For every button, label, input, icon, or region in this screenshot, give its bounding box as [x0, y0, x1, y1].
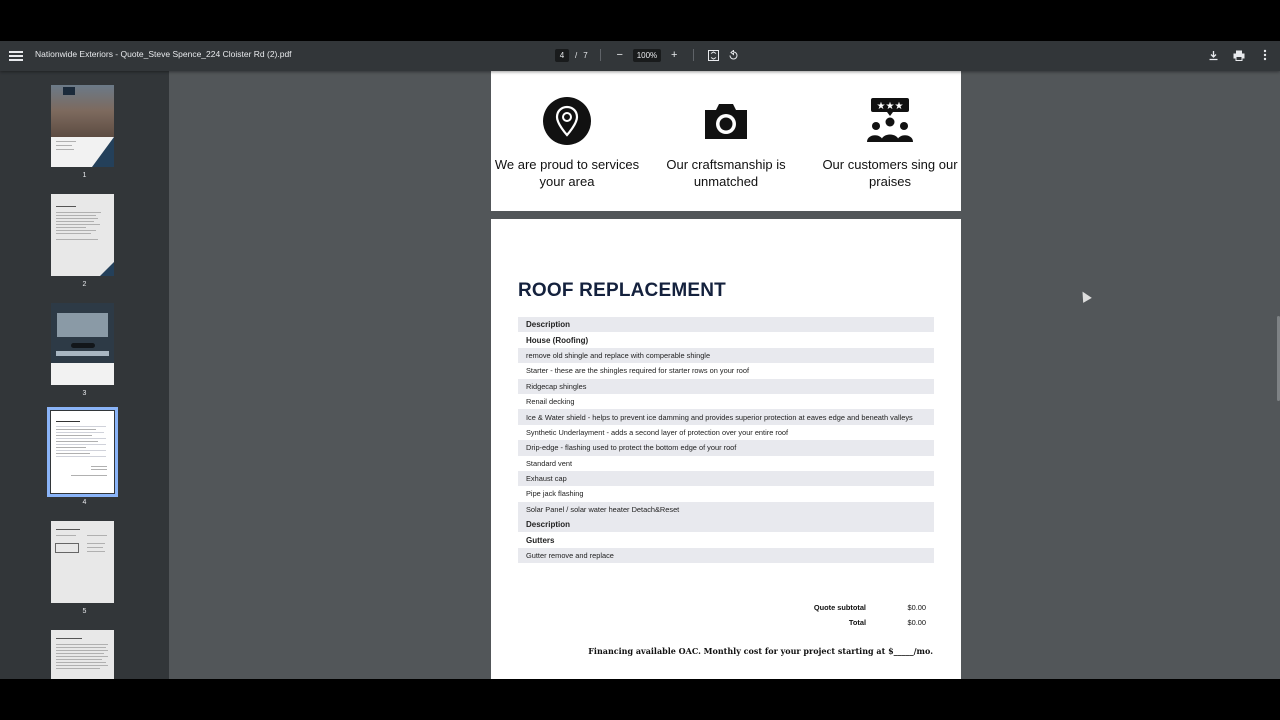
- feature-craftsmanship: Our craftsmanship is unmatched: [651, 96, 801, 190]
- feature-text: Our craftsmanship is unmatched: [666, 157, 786, 189]
- page-thumbnail-6[interactable]: [51, 630, 114, 679]
- camera-icon: [701, 96, 751, 146]
- fit-page-icon[interactable]: [706, 48, 720, 62]
- total-label: Total: [848, 618, 866, 627]
- more-options-icon[interactable]: [1258, 48, 1272, 62]
- table-row: Renail decking: [526, 397, 575, 407]
- page-total: 7: [583, 50, 588, 60]
- rotate-icon[interactable]: [726, 48, 740, 62]
- map-image: [57, 313, 108, 337]
- page-thumbnail-4[interactable]: [47, 407, 118, 497]
- page-thumbnail-1[interactable]: [51, 85, 114, 167]
- page-number-label: 4: [82, 499, 87, 506]
- page-thumbnail-3[interactable]: [51, 303, 114, 385]
- table-row: Synthetic Underlayment - adds a second l…: [526, 427, 789, 437]
- page-thumbnail-5[interactable]: [51, 521, 114, 603]
- tagline-bar: [56, 351, 109, 356]
- table-row: Gutter remove and replace: [518, 547, 934, 564]
- total-value: $0.00: [907, 618, 927, 627]
- feature-customers: ★★★ Our customers sing our praises: [815, 96, 965, 190]
- section-label: House (Roofing): [526, 335, 589, 345]
- table-header: Description: [518, 517, 934, 533]
- corner-accent: [92, 137, 114, 167]
- pdf-page-3: We are proud to services your area Our c…: [491, 71, 961, 211]
- house-photo: [51, 85, 114, 137]
- logo: [63, 87, 75, 95]
- divider: [693, 49, 695, 61]
- table-row: Exhaust cap: [518, 470, 934, 487]
- feature-service-area: We are proud to services your area: [492, 96, 642, 190]
- total-row: Total $0.00: [786, 618, 926, 627]
- menu-icon[interactable]: [9, 49, 23, 63]
- badge: [71, 343, 95, 348]
- feature-text: Our customers sing our praises: [822, 157, 958, 189]
- zoom-input[interactable]: 100%: [632, 48, 662, 62]
- icon-strip: [51, 363, 114, 385]
- download-icon[interactable]: [1206, 48, 1220, 62]
- mouse-cursor-icon: [1078, 289, 1092, 303]
- page-number-label: 3: [82, 390, 87, 397]
- page-thumbnail-2[interactable]: [51, 194, 114, 276]
- table-header: Description: [518, 317, 934, 333]
- document-title: Nationwide Exteriors - Quote_Steve Spenc…: [35, 49, 292, 59]
- table-row: Ice & Water shield - helps to prevent ic…: [518, 409, 934, 425]
- page-separator: /: [575, 50, 578, 60]
- page-number-label: 2: [82, 281, 87, 288]
- thumbnail-sidebar: 1 2 3 4 5: [0, 71, 169, 679]
- page-number-input[interactable]: 4: [555, 48, 569, 62]
- divider: [599, 49, 601, 61]
- feature-text: We are proud to services your area: [494, 157, 640, 189]
- location-pin-icon: [542, 96, 592, 146]
- table-row: Solar Panel / solar water heater Detach&…: [518, 501, 934, 518]
- table-row: remove old shingle and replace with comp…: [518, 347, 934, 364]
- page-number-label: 1: [82, 172, 87, 179]
- table-row: Starter - these are the shingles require…: [526, 366, 750, 376]
- page-number-label: 5: [82, 608, 87, 615]
- subtotal-label: Quote subtotal: [813, 603, 866, 612]
- table-row: Drip-edge - flashing used to protect the…: [518, 440, 934, 456]
- subtotal-row: Quote subtotal $0.00: [786, 603, 926, 612]
- zoom-out-button[interactable]: −: [613, 48, 627, 62]
- pdf-page-4: ROOF REPLACEMENT Description House (Roof…: [491, 219, 961, 679]
- page-heading: ROOF REPLACEMENT: [518, 280, 726, 301]
- svg-text:★★★: ★★★: [877, 101, 904, 112]
- financing-note: Financing available OAC. Monthly cost fo…: [588, 646, 933, 656]
- print-icon[interactable]: [1232, 48, 1246, 62]
- corner-accent: [100, 262, 114, 276]
- table-row: Ridgecap shingles: [518, 378, 934, 394]
- subtotal-value: $0.00: [907, 603, 927, 612]
- scrollbar[interactable]: [1276, 71, 1280, 679]
- page-controls: 4 / 7 − 100% +: [555, 48, 740, 62]
- customers-rating-icon: ★★★: [865, 96, 915, 146]
- toolbar-actions: [1206, 48, 1272, 62]
- pdf-viewer: Nationwide Exteriors - Quote_Steve Spenc…: [0, 41, 1280, 679]
- viewer-toolbar: Nationwide Exteriors - Quote_Steve Spenc…: [0, 41, 1280, 71]
- table-row: Standard vent: [526, 458, 573, 468]
- zoom-in-button[interactable]: +: [667, 48, 681, 62]
- section-label: Gutters: [526, 535, 555, 545]
- line-items-table: Description House (Roofing) remove old s…: [518, 317, 934, 564]
- table-row: Pipe jack flashing: [526, 489, 584, 499]
- form-box: [55, 543, 79, 553]
